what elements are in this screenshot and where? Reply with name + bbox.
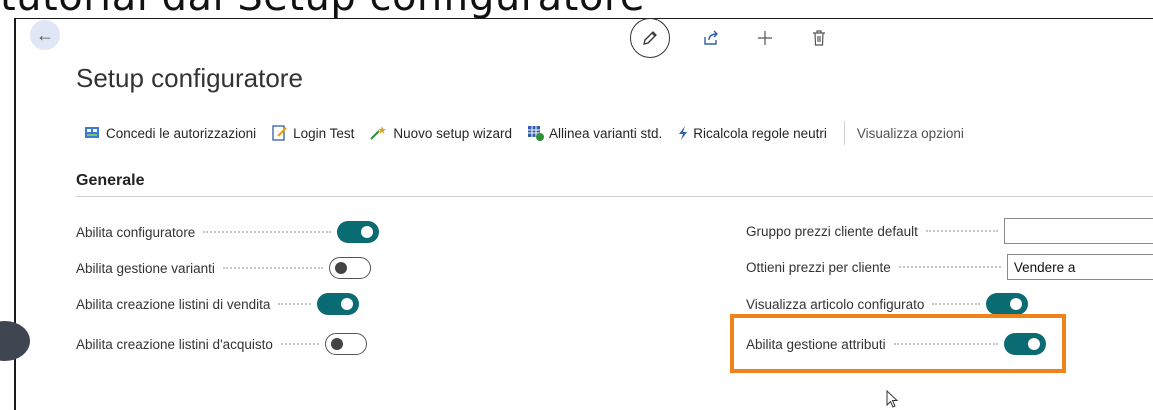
field-label: Abilita configuratore [76, 224, 196, 240]
field-enable-attributes: Abilita gestione attributi [746, 332, 1046, 356]
field-enable-variants: Abilita gestione varianti [76, 256, 371, 280]
enable-purchase-price-lists-toggle[interactable] [324, 333, 367, 355]
field-label: Visualizza articolo configurato [746, 296, 925, 312]
grid-sync-icon [527, 126, 544, 141]
toggle-knob [361, 226, 374, 238]
get-prices-per-customer-select[interactable] [1006, 254, 1153, 280]
toggle-knob [341, 298, 354, 310]
back-arrow-icon: ← [36, 24, 54, 45]
field-show-configured-item: Visualizza articolo configurato [746, 292, 1029, 316]
field-label: Abilita gestione varianti [76, 260, 215, 276]
edit-button[interactable] [630, 18, 670, 58]
plus-icon [758, 31, 772, 45]
lightning-icon [679, 126, 688, 140]
page-actions [630, 18, 856, 58]
field-default-customer-price-group: Gruppo prezzi cliente default [746, 218, 1153, 244]
field-label: Abilita gestione attributi [746, 336, 886, 352]
toolbar-separator [843, 121, 845, 145]
back-button[interactable]: ← [30, 20, 60, 50]
new-setup-wizard-label: Nuovo setup wizard [393, 125, 512, 141]
delete-button[interactable] [802, 21, 836, 55]
leader-dots [278, 303, 312, 305]
new-button[interactable] [748, 21, 782, 55]
leader-dots [203, 231, 332, 233]
leader-dots [932, 303, 981, 305]
login-test-label: Login Test [293, 125, 355, 141]
leader-dots [222, 267, 323, 269]
enable-variants-toggle[interactable] [328, 257, 371, 279]
grant-permissions-button[interactable]: Concedi le autorizzazioni [84, 125, 256, 141]
leader-dots [898, 266, 1001, 268]
recalc-rules-label: Ricalcola regole neutri [693, 125, 827, 141]
section-title: Generale [76, 172, 145, 189]
view-options-label: Visualizza opzioni [856, 125, 964, 141]
field-get-prices-per-customer: Ottieni prezzi per cliente [746, 254, 1153, 280]
leader-dots [280, 343, 319, 345]
field-label: Abilita creazione listini d'acquisto [76, 336, 273, 352]
login-test-button[interactable]: Login Test [271, 125, 354, 141]
toggle-knob [1027, 338, 1040, 350]
field-label: Abilita creazione listini di vendita [76, 296, 271, 312]
field-enable-purchase-price-lists: Abilita creazione listini d'acquisto [76, 332, 367, 356]
enable-configurator-toggle[interactable] [337, 221, 380, 243]
permissions-icon [85, 127, 99, 138]
field-label: Ottieni prezzi per cliente [746, 259, 891, 275]
action-toolbar: Concedi le autorizzazioni Login Test Nuo… [84, 120, 979, 146]
pencil-icon [643, 31, 657, 45]
wizard-icon [370, 126, 387, 140]
trash-icon [813, 30, 825, 46]
default-customer-price-group-input[interactable] [1003, 218, 1153, 244]
enable-attributes-toggle[interactable] [1003, 333, 1046, 355]
show-configured-item-toggle[interactable] [986, 293, 1029, 315]
circle-marker [0, 321, 30, 361]
page-title: Setup configuratore [76, 63, 303, 93]
section-divider [76, 196, 1153, 197]
share-icon [704, 30, 718, 45]
toggle-knob [1010, 298, 1023, 310]
grant-permissions-label: Concedi le autorizzazioni [106, 125, 257, 141]
view-options-button[interactable]: Visualizza opzioni [857, 126, 964, 141]
share-button[interactable] [694, 21, 728, 55]
field-enable-configurator: Abilita configuratore [76, 220, 380, 244]
align-variants-label: Allinea varianti std. [548, 125, 663, 141]
mouse-cursor-icon [886, 390, 899, 408]
new-setup-wizard-button[interactable]: Nuovo setup wizard [369, 125, 512, 141]
enable-sales-price-lists-toggle[interactable] [317, 293, 360, 315]
field-enable-sales-price-lists: Abilita creazione listini di vendita [76, 292, 360, 316]
field-label: Gruppo prezzi cliente default [746, 223, 918, 239]
toggle-knob [334, 261, 347, 274]
document-edit-icon [272, 125, 287, 141]
tutorial-caption: tutorial dal Setup configuratore [0, 0, 645, 20]
recalc-rules-button[interactable]: Ricalcola regole neutri [677, 125, 827, 141]
frame-top-border [14, 18, 1153, 19]
align-variants-button[interactable]: Allinea varianti std. [527, 125, 662, 141]
toggle-knob [330, 337, 343, 350]
leader-dots [893, 343, 998, 345]
leader-dots [925, 230, 998, 232]
